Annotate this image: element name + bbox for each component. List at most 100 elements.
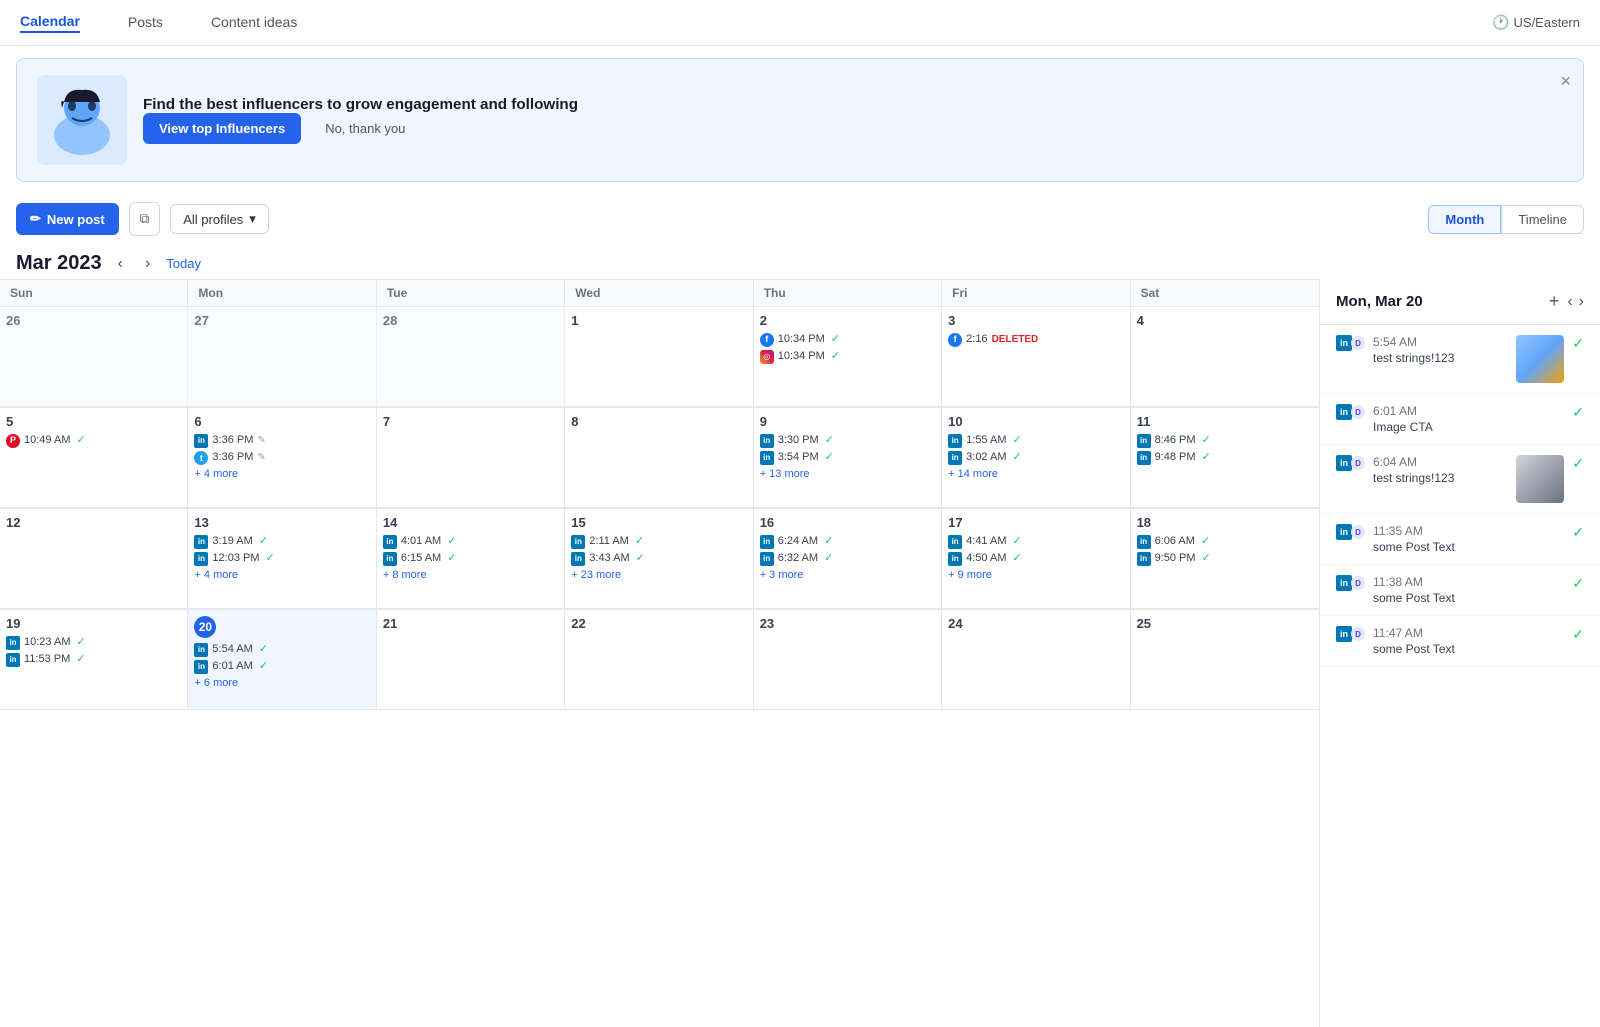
plus-icon: ✏ (30, 211, 41, 227)
post-item[interactable]: in 5:54 AM ✓ (194, 642, 369, 657)
day-mar-3[interactable]: 3 f 2:16 DELETED (942, 307, 1130, 407)
day-mar-15[interactable]: 15 in 2:11 AM ✓ in 3:43 AM ✓ + 23 more (565, 509, 753, 609)
draft-badge: D (1351, 336, 1365, 350)
more-posts-link[interactable]: + 9 more (948, 569, 1123, 581)
day-mar-5[interactable]: 5 P 10:49 AM ✓ (0, 408, 188, 508)
day-mar-23[interactable]: 23 (754, 610, 942, 710)
post-item[interactable]: in 6:24 AM ✓ (760, 534, 935, 549)
panel-post-item[interactable]: in D 6:04 AM test strings!123 ✓ (1320, 445, 1600, 514)
post-item[interactable]: in 3:19 AM ✓ (194, 534, 369, 549)
post-item[interactable]: in 6:06 AM ✓ (1137, 534, 1313, 549)
day-mar-11[interactable]: 11 in 8:46 PM ✓ in 9:48 PM ✓ (1131, 408, 1319, 508)
post-item[interactable]: in 3:54 PM ✓ (760, 450, 935, 465)
post-item[interactable]: in 3:36 PM ✎ (194, 433, 369, 448)
header-tue: Tue (377, 280, 565, 307)
panel-post-item[interactable]: in D 11:35 AM some Post Text ✓ (1320, 514, 1600, 565)
post-text: some Post Text (1373, 642, 1564, 656)
panel-prev-button[interactable]: ‹ (1567, 293, 1572, 311)
today-button[interactable]: Today (166, 256, 201, 271)
linkedin-icon: in (760, 434, 774, 448)
post-item[interactable]: in 4:41 AM ✓ (948, 534, 1123, 549)
post-item[interactable]: in 6:01 AM ✓ (194, 659, 369, 674)
post-item[interactable]: in 8:46 PM ✓ (1137, 433, 1313, 448)
timeline-view-button[interactable]: Timeline (1501, 205, 1584, 234)
post-item[interactable]: f 2:16 DELETED (948, 332, 1123, 347)
more-posts-link[interactable]: + 3 more (760, 569, 935, 581)
post-time: 11:38 AM (1373, 575, 1564, 589)
day-mar-7[interactable]: 7 (377, 408, 565, 508)
day-mar-22[interactable]: 22 (565, 610, 753, 710)
linkedin-icon: in (1137, 535, 1151, 549)
day-mar-25[interactable]: 25 (1131, 610, 1319, 710)
day-mar-8[interactable]: 8 (565, 408, 753, 508)
day-mar-20[interactable]: 20 in 5:54 AM ✓ in 6:01 AM ✓ + 6 more (188, 610, 376, 710)
more-posts-link[interactable]: + 4 more (194, 569, 369, 581)
day-detail-panel: Mon, Mar 20 + ‹ › in D 5:54 AM test stri… (1320, 279, 1600, 1027)
day-mar-16[interactable]: 16 in 6:24 AM ✓ in 6:32 AM ✓ + 3 more (754, 509, 942, 609)
day-mar-2[interactable]: 2 f 10:34 PM ✓ ◎ 10:34 PM ✓ (754, 307, 942, 407)
day-mar-14[interactable]: 14 in 4:01 AM ✓ in 6:15 AM ✓ + 8 more (377, 509, 565, 609)
post-item[interactable]: in 1:55 AM ✓ (948, 433, 1123, 448)
post-item[interactable]: t 3:36 PM ✎ (194, 450, 369, 465)
linkedin-icon: in (1336, 455, 1352, 471)
more-posts-link[interactable]: + 4 more (194, 468, 369, 480)
copy-button[interactable]: ⧉ (129, 202, 161, 236)
next-month-button[interactable]: › (139, 253, 156, 275)
month-view-button[interactable]: Month (1428, 205, 1501, 234)
post-item[interactable]: in 10:23 AM ✓ (6, 635, 181, 650)
post-item[interactable]: in 6:15 AM ✓ (383, 551, 558, 566)
post-item[interactable]: in 3:02 AM ✓ (948, 450, 1123, 465)
more-posts-link[interactable]: + 13 more (760, 468, 935, 480)
post-item[interactable]: in 6:32 AM ✓ (760, 551, 935, 566)
day-mar-21[interactable]: 21 (377, 610, 565, 710)
post-item[interactable]: ◎ 10:34 PM ✓ (760, 349, 935, 364)
day-mar-9[interactable]: 9 in 3:30 PM ✓ in 3:54 PM ✓ + 13 more (754, 408, 942, 508)
panel-post-item[interactable]: in D 5:54 AM test strings!123 ✓ (1320, 325, 1600, 394)
more-posts-link[interactable]: + 6 more (194, 677, 369, 689)
view-influencers-button[interactable]: View top Influencers (143, 113, 301, 144)
day-28[interactable]: 28 (377, 307, 565, 407)
post-item[interactable]: P 10:49 AM ✓ (6, 433, 181, 448)
post-item[interactable]: in 4:01 AM ✓ (383, 534, 558, 549)
close-banner-button[interactable]: × (1560, 71, 1571, 92)
day-mar-4[interactable]: 4 (1131, 307, 1319, 407)
post-item[interactable]: in 12:03 PM ✓ (194, 551, 369, 566)
new-post-button[interactable]: ✏ New post (16, 203, 119, 235)
day-26[interactable]: 26 (0, 307, 188, 407)
more-posts-link[interactable]: + 14 more (948, 468, 1123, 480)
post-item[interactable]: in 3:30 PM ✓ (760, 433, 935, 448)
day-27[interactable]: 27 (188, 307, 376, 407)
day-mar-10[interactable]: 10 in 1:55 AM ✓ in 3:02 AM ✓ + 14 more (942, 408, 1130, 508)
nav-calendar[interactable]: Calendar (20, 13, 80, 33)
post-item[interactable]: in 3:43 AM ✓ (571, 551, 746, 566)
day-mar-12[interactable]: 12 (0, 509, 188, 609)
decline-banner-button[interactable]: No, thank you (325, 121, 405, 136)
linkedin-icon: in (571, 552, 585, 566)
day-mar-18[interactable]: 18 in 6:06 AM ✓ in 9:50 PM ✓ (1131, 509, 1319, 609)
post-item[interactable]: in 2:11 AM ✓ (571, 534, 746, 549)
day-mar-6[interactable]: 6 in 3:36 PM ✎ t 3:36 PM ✎ + 4 more (188, 408, 376, 508)
post-item[interactable]: in 4:50 AM ✓ (948, 551, 1123, 566)
post-item[interactable]: in 9:50 PM ✓ (1137, 551, 1313, 566)
panel-post-item[interactable]: in D 6:01 AM Image CTA ✓ (1320, 394, 1600, 445)
prev-month-button[interactable]: ‹ (112, 253, 129, 275)
post-item[interactable]: in 11:53 PM ✓ (6, 652, 181, 667)
day-mar-19[interactable]: 19 in 10:23 AM ✓ in 11:53 PM ✓ (0, 610, 188, 710)
day-mar-17[interactable]: 17 in 4:41 AM ✓ in 4:50 AM ✓ + 9 more (942, 509, 1130, 609)
panel-next-button[interactable]: › (1579, 293, 1584, 311)
post-item[interactable]: in 9:48 PM ✓ (1137, 450, 1313, 465)
day-mar-1[interactable]: 1 (565, 307, 753, 407)
panel-post-item[interactable]: in D 11:38 AM some Post Text ✓ (1320, 565, 1600, 616)
profiles-dropdown[interactable]: All profiles ▾ (170, 204, 269, 234)
calendar-toolbar: ✏ New post ⧉ All profiles ▾ Month Timeli… (0, 194, 1600, 244)
day-mar-24[interactable]: 24 (942, 610, 1130, 710)
nav-posts[interactable]: Posts (128, 14, 163, 32)
more-posts-link[interactable]: + 23 more (571, 569, 746, 581)
add-post-button[interactable]: + (1549, 291, 1560, 312)
nav-content-ideas[interactable]: Content ideas (211, 14, 297, 32)
day-mar-13[interactable]: 13 in 3:19 AM ✓ in 12:03 PM ✓ + 4 more (188, 509, 376, 609)
panel-post-item[interactable]: in D 11:47 AM some Post Text ✓ (1320, 616, 1600, 667)
post-item[interactable]: f 10:34 PM ✓ (760, 332, 935, 347)
more-posts-link[interactable]: + 8 more (383, 569, 558, 581)
week-1: 26 27 28 1 2 f 10:34 PM ✓ ◎ 10:34 P (0, 307, 1319, 408)
